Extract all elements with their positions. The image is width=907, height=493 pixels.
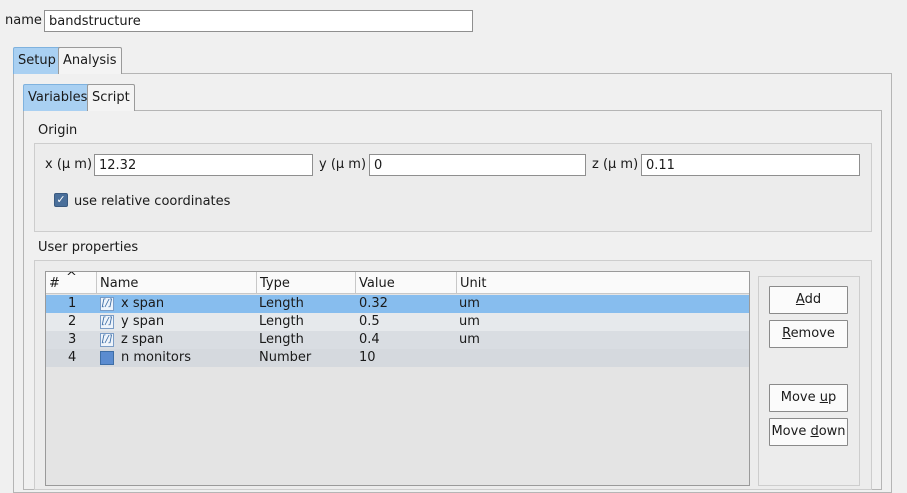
name-input[interactable] <box>44 10 473 32</box>
remove-button[interactable]: Remove <box>769 320 848 348</box>
y-label: y (μ m) <box>319 157 367 172</box>
add-button-label-post: dd <box>804 292 822 307</box>
row-type: Number <box>259 350 312 365</box>
row-value: 0.32 <box>359 296 388 311</box>
move-up-button-mnemonic: u <box>819 390 828 405</box>
relative-coordinates-label: use relative coordinates <box>74 194 231 209</box>
add-button[interactable]: Add <box>769 286 848 314</box>
length-variable-icon: [/] <box>100 315 114 329</box>
relative-coordinates-checkbox[interactable]: ✓ <box>54 193 68 207</box>
column-index-label: # <box>49 276 60 291</box>
move-down-button-label-pre: Move <box>771 424 811 439</box>
number-variable-icon: ▪ <box>100 351 114 365</box>
length-variable-icon: [/] <box>100 333 114 347</box>
origin-title: Origin <box>38 123 78 138</box>
table-row[interactable]: 1 [/] x span Length 0.32 um <box>46 295 749 313</box>
move-down-button-label-post: own <box>818 424 846 439</box>
row-type: Length <box>259 314 304 329</box>
column-type-header[interactable]: Type <box>257 272 356 294</box>
move-down-button-mnemonic: d <box>810 424 819 439</box>
row-index: 4 <box>68 350 77 365</box>
move-up-button[interactable]: Move up <box>769 384 848 412</box>
move-down-button[interactable]: Move down <box>769 418 848 446</box>
tab-script[interactable]: Script <box>87 84 135 111</box>
tab-variables[interactable]: Variables <box>23 84 93 111</box>
remove-button-label-post: emove <box>790 326 835 341</box>
tab-analysis[interactable]: Analysis <box>58 47 122 74</box>
row-index: 1 <box>68 296 77 311</box>
z-input[interactable] <box>641 154 860 176</box>
row-value: 10 <box>359 350 376 365</box>
row-type: Length <box>259 332 304 347</box>
check-icon: ✓ <box>56 193 66 206</box>
row-type: Length <box>259 296 304 311</box>
column-name-header[interactable]: Name <box>97 272 257 294</box>
row-unit: um <box>459 332 480 347</box>
row-name: z span <box>121 332 164 347</box>
row-unit: um <box>459 314 480 329</box>
table-row[interactable]: 4 ▪ n monitors Number 10 <box>46 349 749 367</box>
row-name: x span <box>121 296 165 311</box>
x-input[interactable] <box>94 154 313 176</box>
table-row[interactable]: 2 [/] y span Length 0.5 um <box>46 313 749 331</box>
table-header: # ^ Name Type Value Unit <box>46 272 749 294</box>
move-up-button-label-pre: Move <box>780 390 820 405</box>
move-up-button-label-post: p <box>827 390 837 405</box>
row-index: 3 <box>68 332 77 347</box>
row-name: y span <box>121 314 165 329</box>
name-label: name <box>5 13 42 28</box>
y-input[interactable] <box>369 154 586 176</box>
z-label: z (μ m) <box>592 157 639 172</box>
remove-button-mnemonic: R <box>782 326 791 341</box>
row-value: 0.5 <box>359 314 380 329</box>
row-name: n monitors <box>121 350 192 365</box>
user-properties-table[interactable]: # ^ Name Type Value Unit 1 [/] x span Le… <box>45 271 750 486</box>
x-label: x (μ m) <box>45 157 93 172</box>
column-index-header[interactable]: # ^ <box>46 272 97 294</box>
row-unit: um <box>459 296 480 311</box>
length-variable-icon: [/] <box>100 297 114 311</box>
tab-setup[interactable]: Setup <box>13 47 61 74</box>
column-unit-header[interactable]: Unit <box>457 272 749 294</box>
sort-indicator-icon: ^ <box>66 271 77 285</box>
row-value: 0.4 <box>359 332 380 347</box>
add-button-mnemonic: A <box>795 292 805 307</box>
column-value-header[interactable]: Value <box>356 272 457 294</box>
table-row[interactable]: 3 [/] z span Length 0.4 um <box>46 331 749 349</box>
row-index: 2 <box>68 314 77 329</box>
user-properties-title: User properties <box>38 240 139 255</box>
